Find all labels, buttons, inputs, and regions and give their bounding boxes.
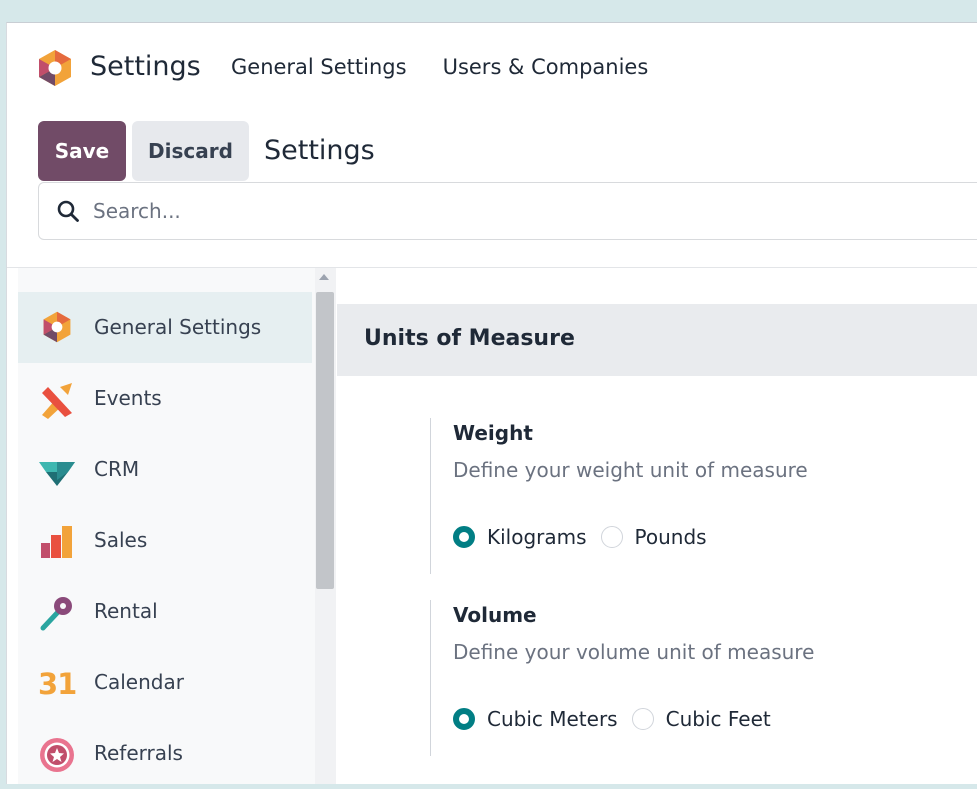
setting-volume: Volume Define your volume unit of measur… bbox=[430, 600, 950, 756]
sidebar-item-label: Rental bbox=[94, 599, 158, 623]
crm-icon bbox=[39, 462, 75, 486]
radio-cubic-feet[interactable] bbox=[631, 708, 654, 730]
top-navbar: Settings General Settings Users & Compan… bbox=[7, 23, 977, 111]
sales-icon bbox=[41, 526, 72, 558]
sidebar-item-calendar[interactable]: 31 Calendar bbox=[18, 647, 312, 718]
save-button[interactable]: Save bbox=[38, 121, 126, 181]
search-icon bbox=[57, 200, 79, 222]
radio-kilograms-label[interactable]: Kilograms bbox=[487, 522, 587, 552]
sidebar-item-label: Events bbox=[94, 386, 162, 410]
radio-cubic-meters[interactable] bbox=[453, 708, 475, 730]
search-box[interactable] bbox=[38, 182, 977, 240]
setting-volume-description: Define your volume unit of measure bbox=[453, 640, 815, 664]
sidebar-item-events[interactable]: Events bbox=[18, 363, 312, 434]
setting-weight-title: Weight bbox=[453, 421, 533, 445]
radio-pounds[interactable] bbox=[600, 526, 623, 548]
rental-icon bbox=[40, 597, 72, 631]
breadcrumb-title: Settings bbox=[264, 135, 375, 166]
setting-weight: Weight Define your weight unit of measur… bbox=[430, 418, 950, 574]
sidebar-item-referrals[interactable]: Referrals bbox=[18, 718, 312, 784]
calendar-icon: 31 bbox=[38, 667, 77, 701]
sidebar-item-crm[interactable]: CRM bbox=[18, 434, 312, 505]
app-title[interactable]: Settings bbox=[90, 49, 201, 85]
sidebar-item-label: Sales bbox=[94, 528, 148, 552]
radio-pounds-label[interactable]: Pounds bbox=[635, 522, 707, 552]
settings-sidebar: General Settings Events CRM Sales Rental… bbox=[18, 268, 336, 784]
setting-volume-title: Volume bbox=[453, 603, 537, 627]
scroll-up-arrow-icon[interactable] bbox=[319, 274, 329, 280]
radio-cubic-meters-label[interactable]: Cubic Meters bbox=[487, 704, 618, 734]
sidebar-item-label: Calendar bbox=[94, 670, 184, 694]
settings-window: Settings General Settings Users & Compan… bbox=[6, 22, 977, 784]
radio-kilograms[interactable] bbox=[453, 526, 475, 548]
referrals-icon bbox=[40, 738, 74, 772]
nav-menu: General Settings Users & Companies bbox=[231, 51, 648, 83]
sidebar-item-label: CRM bbox=[94, 457, 140, 481]
volume-radio-group: Cubic Meters Cubic Feet bbox=[453, 704, 785, 734]
nav-item-general-settings[interactable]: General Settings bbox=[231, 51, 407, 83]
nav-item-users-companies[interactable]: Users & Companies bbox=[443, 51, 649, 83]
setting-weight-description: Define your weight unit of measure bbox=[453, 458, 808, 482]
sidebar-scrollbar-thumb[interactable] bbox=[316, 292, 334, 589]
events-icon bbox=[42, 383, 72, 419]
radio-cubic-feet-label[interactable]: Cubic Feet bbox=[666, 704, 771, 734]
sidebar-item-label: Referrals bbox=[94, 741, 183, 765]
sidebar-item-sales[interactable]: Sales bbox=[18, 505, 312, 576]
sidebar-item-label: General Settings bbox=[94, 315, 262, 339]
search-input[interactable] bbox=[93, 193, 953, 229]
general-settings-icon bbox=[43, 311, 71, 343]
discard-button[interactable]: Discard bbox=[132, 121, 249, 181]
sidebar-item-general-settings[interactable]: General Settings bbox=[18, 292, 312, 363]
odoo-logo-icon[interactable] bbox=[37, 49, 73, 87]
weight-radio-group: Kilograms Pounds bbox=[453, 522, 721, 552]
sidebar-item-rental[interactable]: Rental bbox=[18, 576, 312, 647]
section-header-units-of-measure: Units of Measure bbox=[337, 304, 977, 376]
section-title: Units of Measure bbox=[364, 326, 575, 351]
